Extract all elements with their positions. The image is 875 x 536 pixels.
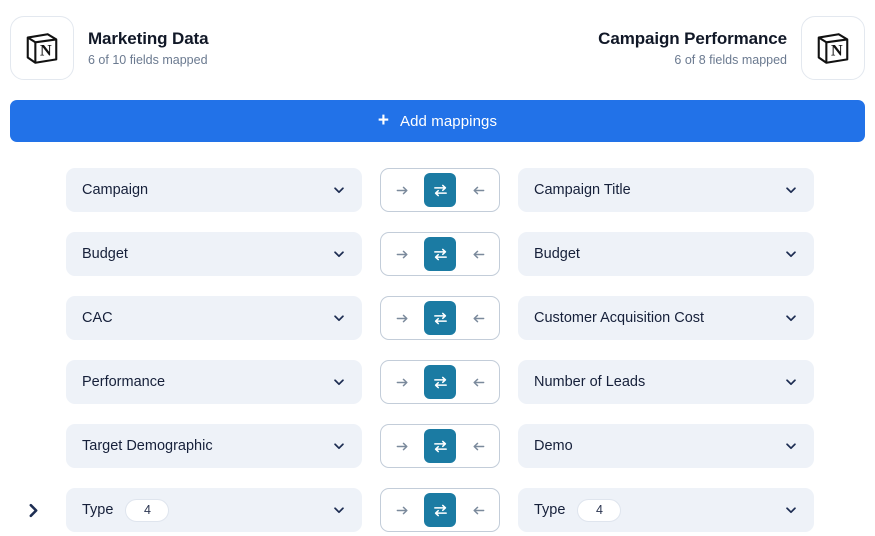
source-field-select[interactable]: Campaign (66, 168, 362, 212)
mapping-row: Type 4 Type 4 (0, 478, 875, 536)
expand-slot (0, 414, 66, 478)
mapping-row: Performance Number of Leads (0, 350, 875, 414)
add-mappings-button[interactable]: + Add mappings (10, 100, 865, 142)
expand-slot (0, 350, 66, 414)
source-dataset-titles: Marketing Data 6 of 10 fields mapped (88, 28, 209, 68)
chevron-down-icon[interactable] (784, 247, 798, 261)
source-dataset-header: N Marketing Data 6 of 10 fields mapped (10, 16, 209, 80)
chevron-down-icon[interactable] (332, 183, 346, 197)
mapping-direction-toggle[interactable] (380, 296, 500, 340)
notion-logo-icon: N (10, 16, 74, 80)
svg-text:N: N (831, 43, 843, 60)
source-field-label: Budget (82, 246, 128, 262)
target-field-select[interactable]: Demo (518, 424, 814, 468)
direction-forward-button arrow-right-icon[interactable] (387, 365, 417, 399)
mapping-direction-toggle[interactable] (380, 168, 500, 212)
expand-slot (0, 158, 66, 222)
direction-both-button swap-horizontal-icon[interactable] (424, 301, 456, 335)
mapping-direction-toggle[interactable] (380, 488, 500, 532)
target-field-label: Campaign Title (534, 182, 631, 198)
chevron-down-icon[interactable] (332, 247, 346, 261)
svg-text:N: N (40, 43, 52, 60)
direction-forward-button arrow-right-icon[interactable] (387, 301, 417, 335)
source-field-count-badge: 4 (125, 498, 170, 522)
chevron-down-icon[interactable] (784, 503, 798, 517)
direction-backward-button arrow-left-icon[interactable] (463, 429, 493, 463)
direction-both-button swap-horizontal-icon[interactable] (424, 365, 456, 399)
target-field-select[interactable]: Budget (518, 232, 814, 276)
add-mappings-label: Add mappings (400, 112, 498, 130)
mapping-row: Target Demographic Demo (0, 414, 875, 478)
chevron-down-icon[interactable] (784, 311, 798, 325)
target-dataset-subtitle: 6 of 8 fields mapped (674, 52, 787, 67)
source-field-select[interactable]: Type 4 (66, 488, 362, 532)
chevron-down-icon[interactable] (332, 503, 346, 517)
direction-backward-button arrow-left-icon[interactable] (463, 493, 493, 527)
chevron-down-icon[interactable] (784, 183, 798, 197)
mapping-row: Campaign Campaign Title (0, 158, 875, 222)
chevron-down-icon[interactable] (332, 311, 346, 325)
source-field-label: Campaign (82, 182, 149, 198)
source-field-select[interactable]: Performance (66, 360, 362, 404)
source-field-label: Type (82, 502, 114, 518)
direction-backward-button arrow-left-icon[interactable] (463, 301, 493, 335)
direction-backward-button arrow-left-icon[interactable] (463, 365, 493, 399)
target-field-select[interactable]: Number of Leads (518, 360, 814, 404)
direction-forward-button arrow-right-icon[interactable] (387, 429, 417, 463)
direction-forward-button arrow-right-icon[interactable] (387, 173, 417, 207)
direction-both-button swap-horizontal-icon[interactable] (424, 429, 456, 463)
source-field-label: CAC (82, 310, 113, 326)
chevron-down-icon[interactable] (332, 439, 346, 453)
source-field-select[interactable]: CAC (66, 296, 362, 340)
expand-slot (0, 478, 66, 536)
expand-slot (0, 286, 66, 350)
direction-forward-button arrow-right-icon[interactable] (387, 493, 417, 527)
mapping-rows-list: Campaign Campaign Title Budget Budget CAC Cus… (0, 142, 875, 536)
plus-icon: + (377, 110, 389, 131)
mapping-direction-toggle[interactable] (380, 424, 500, 468)
mapping-row: CAC Customer Acquisition Cost (0, 286, 875, 350)
target-field-select[interactable]: Customer Acquisition Cost (518, 296, 814, 340)
chevron-down-icon[interactable] (784, 375, 798, 389)
mapping-direction-toggle[interactable] (380, 232, 500, 276)
direction-forward-button arrow-right-icon[interactable] (387, 237, 417, 271)
source-field-label: Performance (82, 374, 166, 390)
target-field-label: Budget (534, 246, 580, 262)
mapping-row: Budget Budget (0, 222, 875, 286)
target-field-label: Type (534, 502, 566, 518)
target-field-count-badge: 4 (577, 498, 622, 522)
direction-backward-button arrow-left-icon[interactable] (463, 237, 493, 271)
mapping-direction-toggle[interactable] (380, 360, 500, 404)
expand-slot (0, 222, 66, 286)
target-field-select[interactable]: Type 4 (518, 488, 814, 532)
chevron-right-icon[interactable] (22, 499, 44, 521)
source-dataset-subtitle: 6 of 10 fields mapped (88, 52, 208, 67)
target-dataset-titles: Campaign Performance 6 of 8 fields mappe… (598, 29, 787, 68)
target-field-label: Number of Leads (534, 374, 646, 390)
target-field-label: Demo (534, 438, 573, 454)
source-field-label: Target Demographic (82, 438, 213, 454)
direction-both-button swap-horizontal-icon[interactable] (424, 173, 456, 207)
source-field-select[interactable]: Target Demographic (66, 424, 362, 468)
target-field-select[interactable]: Campaign Title (518, 168, 814, 212)
source-field-select[interactable]: Budget (66, 232, 362, 276)
chevron-down-icon[interactable] (332, 375, 346, 389)
source-dataset-title: Marketing Data (88, 28, 209, 48)
target-dataset-header: Campaign Performance 6 of 8 fields mappe… (598, 16, 865, 80)
direction-backward-button arrow-left-icon[interactable] (463, 173, 493, 207)
notion-logo-icon: N (801, 16, 865, 80)
mapping-header: N Marketing Data 6 of 10 fields mapped C… (0, 0, 875, 96)
chevron-down-icon[interactable] (784, 439, 798, 453)
direction-both-button swap-horizontal-icon[interactable] (424, 237, 456, 271)
direction-both-button swap-horizontal-icon[interactable] (424, 493, 456, 527)
target-dataset-title: Campaign Performance (598, 28, 787, 48)
target-field-label: Customer Acquisition Cost (534, 310, 705, 326)
